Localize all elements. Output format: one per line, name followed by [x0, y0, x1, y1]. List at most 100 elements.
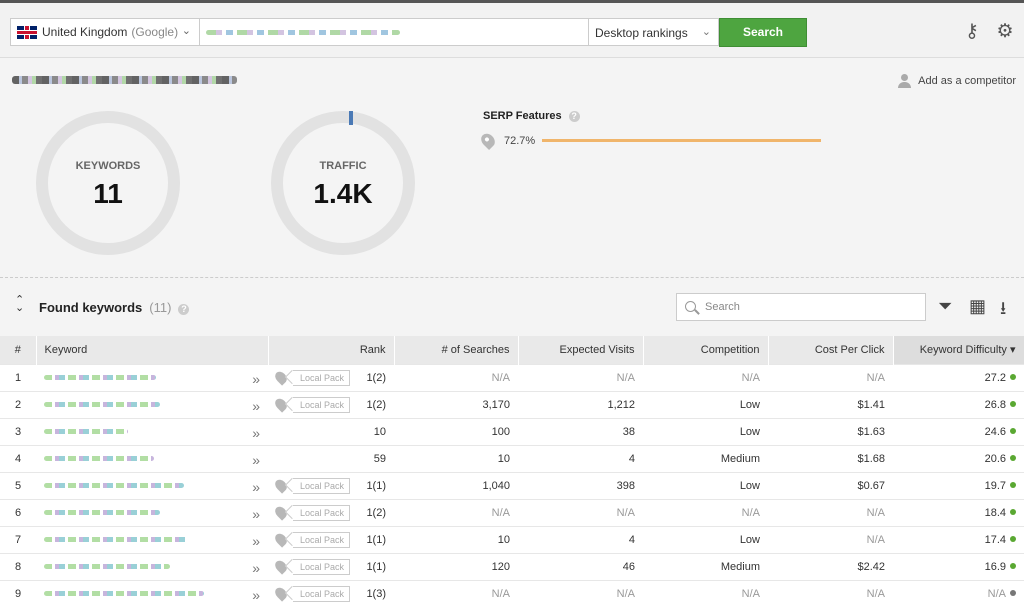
column-searches[interactable]: # of Searches: [394, 336, 519, 364]
difficulty-status-dot: [1010, 508, 1016, 515]
keyword-cell[interactable]: »: [36, 444, 268, 472]
column-competition[interactable]: Competition: [643, 336, 769, 364]
expand-chevron-icon[interactable]: »: [252, 560, 260, 576]
column-cost-per-click[interactable]: Cost Per Click: [768, 336, 894, 364]
cost-per-click-value: $1.41: [768, 390, 893, 418]
table-row[interactable]: 9 » Local Pack 1(3) N/A N/A N/A N/A N/A: [0, 579, 1024, 607]
searches-value: N/A: [394, 498, 518, 526]
redacted-keyword: [44, 537, 188, 542]
search-button[interactable]: Search: [719, 18, 807, 47]
country-selector[interactable]: United Kingdom (Google) ⌄: [10, 18, 200, 46]
keyword-cell[interactable]: »: [36, 390, 268, 418]
expand-chevron-icon[interactable]: »: [252, 398, 260, 414]
row-index: 4: [0, 444, 36, 472]
help-icon[interactable]: ?: [568, 111, 580, 122]
download-icon[interactable]: ⭳: [1000, 296, 1006, 326]
searches-value: 10: [394, 444, 518, 472]
found-keywords-label: Found keywords: [39, 300, 143, 315]
column-index[interactable]: #: [0, 336, 37, 364]
keyword-difficulty-cell: 18.4: [893, 498, 1024, 526]
device-selector[interactable]: Desktop rankings ⌄: [588, 18, 719, 46]
rank-value: 1(1): [366, 533, 386, 546]
key-icon[interactable]: ⚷: [961, 21, 983, 43]
keyword-cell[interactable]: »: [36, 417, 268, 445]
expand-chevron-icon[interactable]: »: [252, 533, 260, 549]
difficulty-status-dot: [1010, 400, 1016, 407]
table-row[interactable]: 2 » Local Pack 1(2) 3,170 1,212 Low $1.4…: [0, 390, 1024, 418]
serp-feature-percent: 72.7%: [504, 134, 536, 147]
table-row[interactable]: 3 » 10 100 38 Low $1.63 24.6: [0, 417, 1024, 445]
redacted-keyword: [44, 375, 156, 380]
difficulty-status-dot: [1010, 589, 1016, 596]
keywords-toolbar: ⌃ ⌄ Found keywords (11)? Search ⏷ ▦ ⭳: [0, 278, 1024, 336]
keyword-cell[interactable]: »: [36, 525, 268, 553]
expand-chevron-icon[interactable]: »: [252, 587, 260, 603]
keyword-difficulty-value: 27.2: [984, 371, 1006, 384]
competition-value: Low: [643, 525, 768, 553]
local-pack-indicator: Local Pack: [272, 504, 351, 521]
keyword-difficulty-cell: N/A: [893, 579, 1024, 607]
column-rank[interactable]: Rank: [268, 336, 395, 364]
expand-chevron-icon[interactable]: »: [252, 479, 260, 495]
ranking-summary: Add as a competitor KEYWORDS 11 TRAFFIC …: [0, 58, 1024, 278]
expand-chevron-icon[interactable]: »: [252, 506, 260, 522]
table-row[interactable]: 5 » Local Pack 1(1) 1,040 398 Low $0.67 …: [0, 471, 1024, 499]
chevron-down-icon[interactable]: ⌄: [182, 24, 191, 37]
keyword-difficulty-cell: 19.7: [893, 471, 1024, 499]
table-row[interactable]: 4 » 59 10 4 Medium $1.68 20.6: [0, 444, 1024, 472]
grid-view-icon[interactable]: ▦: [969, 296, 986, 317]
keyword-cell[interactable]: »: [36, 579, 268, 607]
search-placeholder: Search: [705, 301, 740, 313]
filter-icon[interactable]: ⏷: [938, 296, 952, 317]
domain-url-input[interactable]: [200, 18, 590, 46]
add-competitor-link[interactable]: Add as a competitor: [897, 73, 1016, 88]
person-icon: [897, 73, 912, 88]
expected-visits-value: N/A: [518, 363, 643, 391]
serp-feature-bar: [542, 139, 822, 142]
table-row[interactable]: 7 » Local Pack 1(1) 10 4 Low N/A 17.4: [0, 525, 1024, 553]
cost-per-click-value: N/A: [768, 525, 893, 553]
local-pack-label: Local Pack: [293, 531, 351, 548]
local-pack-indicator: Local Pack: [272, 477, 351, 494]
keyword-difficulty-cell: 20.6: [893, 444, 1024, 472]
keyword-cell[interactable]: »: [36, 498, 268, 526]
local-pack-label: Local Pack: [293, 504, 351, 521]
rank-value: 10: [373, 425, 386, 438]
keyword-difficulty-value: 16.9: [984, 560, 1006, 573]
expand-chevron-icon[interactable]: »: [252, 425, 260, 441]
keyword-cell[interactable]: »: [36, 471, 268, 499]
keyword-difficulty-value: 17.4: [984, 533, 1006, 546]
table-row[interactable]: 8 » Local Pack 1(1) 120 46 Medium $2.42 …: [0, 552, 1024, 580]
keyword-cell[interactable]: »: [36, 363, 268, 391]
column-expected-visits[interactable]: Expected Visits: [518, 336, 644, 364]
competition-value: N/A: [643, 579, 768, 607]
competition-value: Medium: [643, 444, 768, 472]
searches-value: 1,040: [394, 471, 518, 499]
rank-cell: Local Pack 1(1): [268, 471, 394, 499]
column-keyword[interactable]: Keyword: [36, 336, 269, 364]
row-index: 7: [0, 525, 36, 553]
expand-chevron-icon[interactable]: »: [252, 452, 260, 468]
keyword-difficulty-value: 20.6: [984, 452, 1006, 465]
serp-features-title: SERP Features?: [483, 110, 580, 122]
table-row[interactable]: 1 » Local Pack 1(2) N/A N/A N/A N/A 27.2: [0, 363, 1024, 391]
column-keyword-difficulty[interactable]: Keyword Difficulty ▾: [893, 336, 1024, 364]
collapse-icon[interactable]: ⌃ ⌄: [15, 295, 24, 314]
traffic-label: TRAFFIC: [319, 160, 367, 172]
keyword-search-input[interactable]: Search: [676, 293, 926, 321]
keywords-table: # Keyword Rank # of Searches Expected Vi…: [0, 336, 1024, 607]
rank-cell: Local Pack 1(2): [268, 498, 394, 526]
gear-icon[interactable]: ⚙: [994, 21, 1016, 43]
traffic-value: 1.4K: [313, 178, 373, 209]
rank-cell: Local Pack 1(2): [268, 363, 394, 391]
keywords-label: KEYWORDS: [75, 160, 141, 172]
table-row[interactable]: 6 » Local Pack 1(2) N/A N/A N/A N/A 18.4: [0, 498, 1024, 526]
redacted-domain-name: [12, 76, 237, 84]
rank-value: 1(1): [366, 560, 386, 573]
chevron-down-icon[interactable]: ⌄: [702, 25, 711, 38]
expand-chevron-icon[interactable]: »: [252, 371, 260, 387]
help-icon[interactable]: ?: [178, 304, 190, 315]
difficulty-status-dot: [1010, 562, 1016, 569]
local-pack-label: Local Pack: [293, 369, 351, 386]
keyword-cell[interactable]: »: [36, 552, 268, 580]
